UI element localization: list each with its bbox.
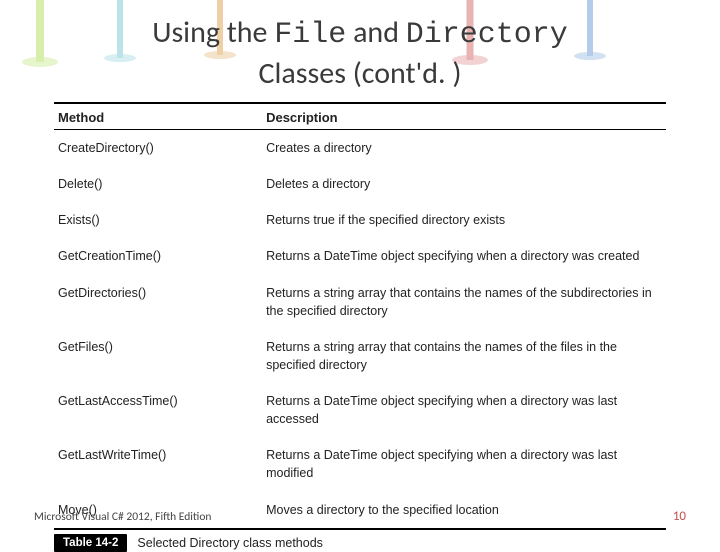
table-row: GetFiles()Returns a string array that co… xyxy=(54,329,666,383)
slide: Using the File and Directory Classes (co… xyxy=(0,0,720,540)
table-row: GetLastAccessTime()Returns a DateTime ob… xyxy=(54,383,666,437)
desc-cell: Returns a string array that contains the… xyxy=(262,275,666,329)
desc-cell: Returns a DateTime object specifying whe… xyxy=(262,437,666,491)
table-number-badge: Table 14-2 xyxy=(54,534,127,552)
method-cell: GetLastWriteTime() xyxy=(54,437,262,491)
table-row: GetLastWriteTime()Returns a DateTime obj… xyxy=(54,437,666,491)
desc-cell: Deletes a directory xyxy=(262,166,666,202)
table-row: GetDirectories()Returns a string array t… xyxy=(54,275,666,329)
table-row: CreateDirectory()Creates a directory xyxy=(54,130,666,166)
methods-table-container: Method Description CreateDirectory()Crea… xyxy=(54,102,666,552)
slide-number: 10 xyxy=(673,509,686,524)
method-cell: GetDirectories() xyxy=(54,275,262,329)
method-cell: Delete() xyxy=(54,166,262,202)
table-row: Exists()Returns true if the specified di… xyxy=(54,202,666,238)
col-header-description: Description xyxy=(262,104,666,129)
title-text-2: and xyxy=(346,14,405,51)
title-text-3: Classes (cont'd. ) xyxy=(259,55,462,92)
desc-cell: Returns a DateTime object specifying whe… xyxy=(262,238,666,274)
title-code-file: File xyxy=(274,18,346,52)
table-bottom-rule xyxy=(54,528,666,530)
title-code-directory: Directory xyxy=(406,18,568,52)
table-row: GetCreationTime()Returns a DateTime obje… xyxy=(54,238,666,274)
method-cell: GetLastAccessTime() xyxy=(54,383,262,437)
desc-cell: Creates a directory xyxy=(262,130,666,166)
table-caption: Table 14-2 Selected Directory class meth… xyxy=(54,534,666,552)
method-cell: Move() xyxy=(54,492,262,528)
title-text-1: Using the xyxy=(152,14,274,51)
desc-cell: Returns a string array that contains the… xyxy=(262,329,666,383)
col-header-method: Method xyxy=(54,104,262,129)
method-cell: GetCreationTime() xyxy=(54,238,262,274)
table-row: Move()Moves a directory to the specified… xyxy=(54,492,666,528)
slide-title: Using the File and Directory Classes (co… xyxy=(30,12,690,98)
desc-cell: Moves a directory to the specified locat… xyxy=(262,492,666,528)
desc-cell: Returns true if the specified directory … xyxy=(262,202,666,238)
methods-table: Method Description CreateDirectory()Crea… xyxy=(54,104,666,528)
desc-cell: Returns a DateTime object specifying whe… xyxy=(262,383,666,437)
table-caption-text: Selected Directory class methods xyxy=(137,536,323,550)
method-cell: CreateDirectory() xyxy=(54,130,262,166)
method-cell: GetFiles() xyxy=(54,329,262,383)
table-header-row: Method Description xyxy=(54,104,666,129)
table-row: Delete()Deletes a directory xyxy=(54,166,666,202)
method-cell: Exists() xyxy=(54,202,262,238)
